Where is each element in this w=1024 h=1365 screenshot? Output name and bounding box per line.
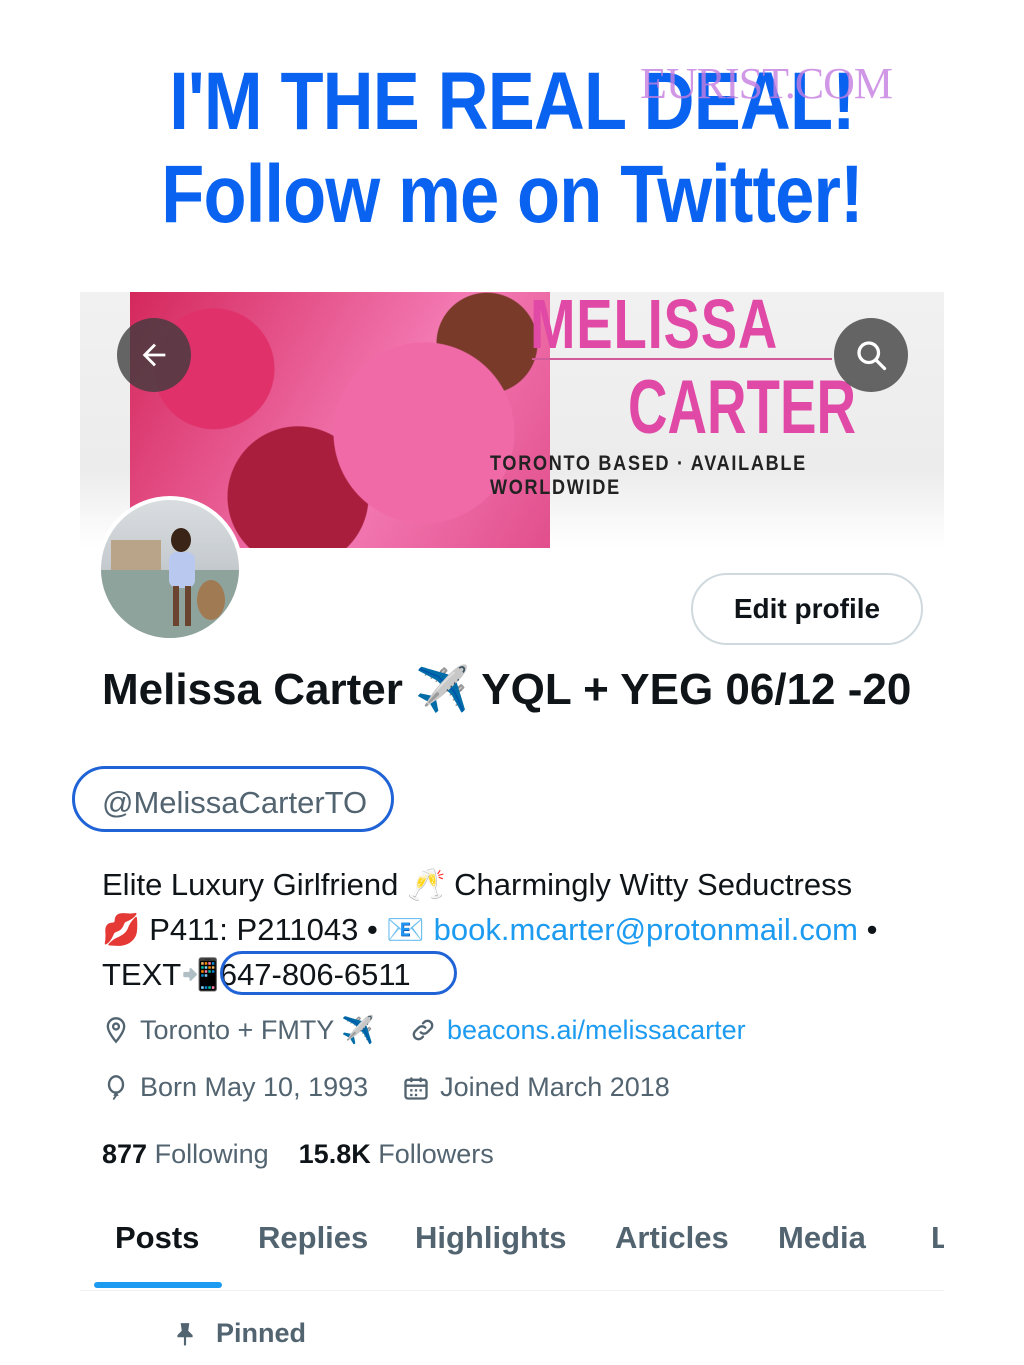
bio-p411: 💋 P411: P211043 • 📧 <box>102 912 426 947</box>
banner-tagline: TORONTO BASED · AVAILABLE WORLDWIDE <box>490 452 807 499</box>
tab-articles[interactable]: Articles <box>615 1220 729 1256</box>
location-pin-icon <box>102 1016 130 1044</box>
profile-meta-row-1: Toronto + FMTY ✈️ beacons.ai/melissacart… <box>102 1014 746 1046</box>
pinned-header: Pinned <box>172 1318 306 1349</box>
profile-meta-row-2: Born May 10, 1993 Joined March 2018 <box>102 1072 670 1103</box>
avatar-image <box>101 528 239 638</box>
pin-icon <box>172 1321 198 1347</box>
search-button[interactable] <box>834 318 908 392</box>
tab-likes[interactable]: L <box>931 1220 944 1256</box>
bio-line-2: 💋 P411: P211043 • 📧 book.mcarter@protonm… <box>102 907 952 952</box>
bio-text-label: TEXT📲 <box>102 957 220 992</box>
following-link[interactable]: 877 Following <box>102 1139 269 1169</box>
tab-posts[interactable]: Posts <box>115 1220 199 1256</box>
tab-replies[interactable]: Replies <box>258 1220 368 1256</box>
search-icon <box>857 341 887 371</box>
banner-first-name: MELISSA <box>530 292 779 363</box>
active-tab-indicator <box>94 1282 222 1288</box>
followers-link[interactable]: 15.8K Followers <box>299 1139 494 1169</box>
phone-annotation-circle <box>220 951 457 995</box>
follow-stats: 877 Following 15.8K Followers <box>102 1139 494 1170</box>
banner-divider <box>532 358 832 360</box>
calendar-icon <box>402 1074 430 1102</box>
display-name: Melissa Carter ✈️ YQL + YEG 06/12 -20 <box>102 665 912 714</box>
tab-media[interactable]: Media <box>778 1220 866 1256</box>
following-label: Following <box>154 1139 269 1169</box>
link-icon <box>409 1016 437 1044</box>
back-button[interactable] <box>117 318 191 392</box>
website-link[interactable]: beacons.ai/melissacarter <box>447 1015 746 1046</box>
pinned-label: Pinned <box>216 1318 307 1348</box>
avatar[interactable] <box>97 496 243 642</box>
followers-label: Followers <box>378 1139 494 1169</box>
balloon-icon <box>102 1074 130 1102</box>
birthday-text: Born May 10, 1993 <box>140 1072 369 1102</box>
handle-annotation-circle <box>72 766 394 832</box>
watermark: EURIST.COM <box>640 59 893 108</box>
location-text: Toronto + FMTY ✈️ <box>140 1015 375 1045</box>
banner-last-name: CARTER <box>628 365 856 450</box>
tab-highlights[interactable]: Highlights <box>415 1220 567 1256</box>
headline-line-2: Follow me on Twitter! <box>161 149 863 240</box>
joined-text: Joined March 2018 <box>440 1072 670 1102</box>
profile-tabs: Posts Replies Highlights Articles Media … <box>80 1206 944 1291</box>
bio-email-link[interactable]: book.mcarter@protonmail.com <box>434 912 858 947</box>
following-count: 877 <box>102 1139 148 1169</box>
followers-count: 15.8K <box>298 1139 371 1169</box>
arrow-left-icon <box>142 343 166 367</box>
bio-line-1: Elite Luxury Girlfriend 🥂 Charmingly Wit… <box>102 867 853 902</box>
bio-separator: • <box>866 912 878 947</box>
edit-profile-button[interactable]: Edit profile <box>691 573 923 645</box>
